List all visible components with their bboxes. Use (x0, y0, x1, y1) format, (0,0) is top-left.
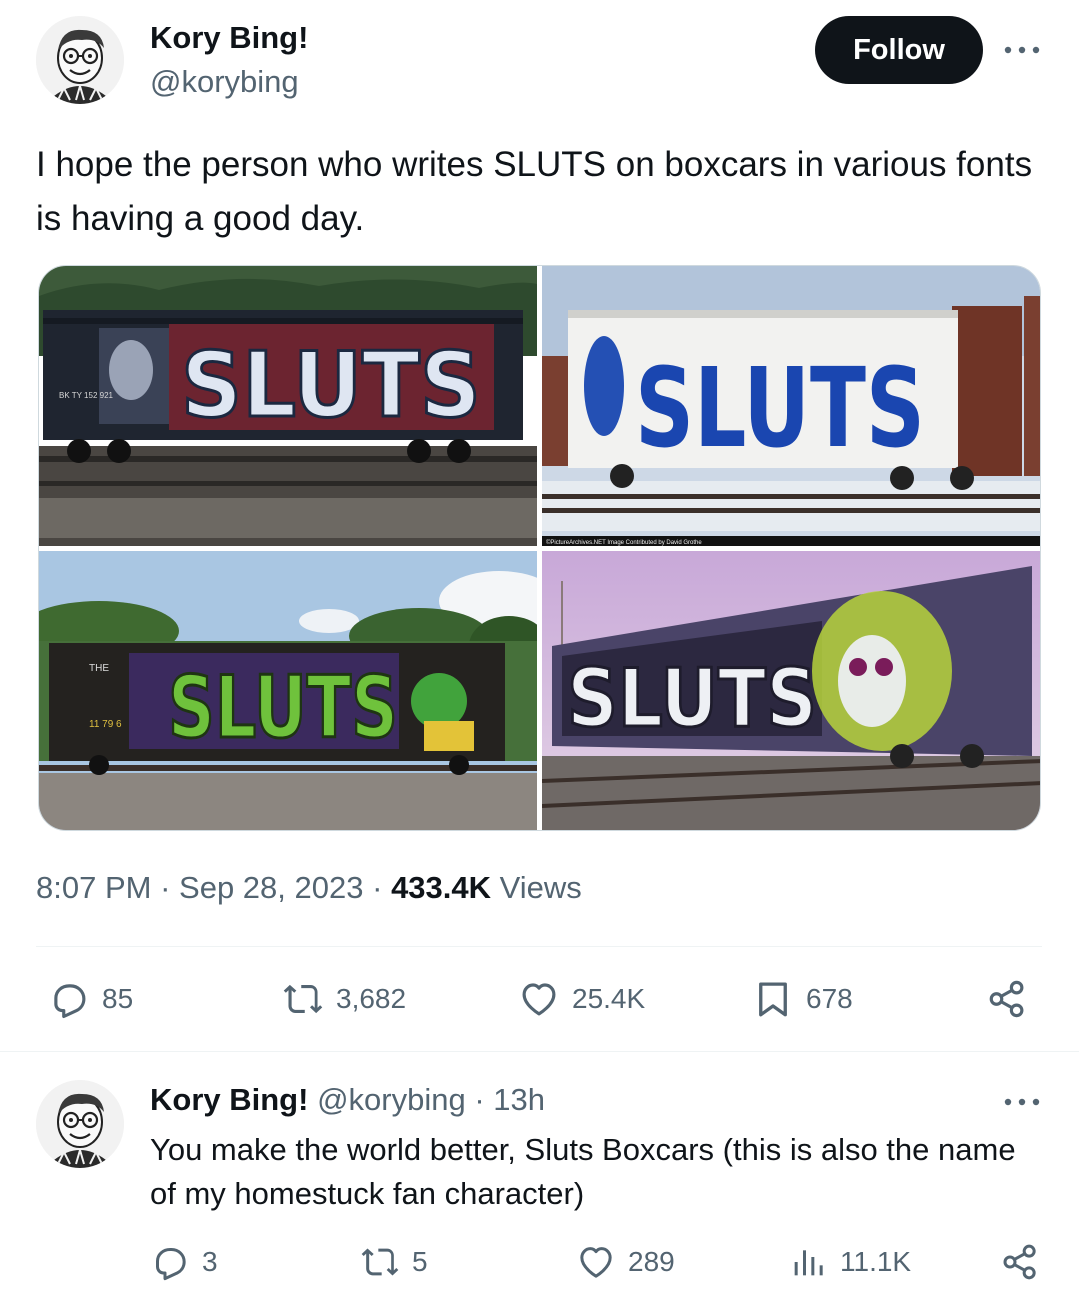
photo-2-graffiti: SLUTS (635, 344, 925, 472)
photo-3-graffiti: SLUTS (168, 658, 398, 758)
meta-separator: · (160, 870, 171, 905)
share-icon (986, 978, 1028, 1020)
avatar-image (36, 16, 124, 104)
retweet-icon (360, 1242, 400, 1282)
follow-button[interactable]: Follow (815, 16, 983, 84)
retweet-count: 3,682 (336, 983, 407, 1014)
reply-reply-count: 3 (202, 1246, 218, 1277)
reply-retweet-count: 5 (412, 1246, 428, 1277)
reply-button[interactable]: 85 (48, 978, 133, 1020)
photo-1-marking: BK TY 152 921 (59, 391, 114, 400)
reply-author-handle[interactable]: @korybing (317, 1082, 466, 1117)
reply-like-count: 289 (628, 1246, 675, 1277)
photo-2[interactable]: SLUTS ©PictureArchives.NET Image Contrib… (542, 266, 1040, 546)
reply-author-name[interactable]: Kory Bing! (150, 1082, 308, 1117)
reply-header: Kory Bing! @korybing · 13h (150, 1082, 545, 1118)
divider (0, 1051, 1079, 1052)
media-grid: BK TY 152 921 SLUTS SLUTS ©PictureArchiv… (38, 265, 1041, 831)
tweet-text: I hope the person who writes SLUTS on bo… (36, 145, 1033, 238)
reply-icon (150, 1242, 190, 1282)
avatar-image (36, 1080, 124, 1168)
share-icon (1000, 1242, 1040, 1282)
photo-3-marking: THE (89, 663, 109, 674)
author-avatar[interactable] (36, 16, 124, 104)
bookmark-button[interactable]: 678 (752, 978, 853, 1020)
reply-text: You make the world better, Sluts Boxcars… (150, 1132, 1016, 1211)
bookmark-count: 678 (806, 983, 853, 1014)
photo-4[interactable]: SLUTS (542, 551, 1040, 830)
share-button[interactable] (986, 978, 1040, 1020)
divider (36, 946, 1042, 947)
photo-1[interactable]: BK TY 152 921 SLUTS (39, 266, 537, 546)
reply-count: 85 (102, 983, 134, 1014)
reply-reply-button[interactable]: 3 (150, 1242, 218, 1282)
reply-share-button[interactable] (1000, 1242, 1052, 1282)
more-icon[interactable] (1002, 42, 1042, 58)
like-icon (518, 978, 560, 1020)
reply-like-button[interactable]: 289 (576, 1242, 675, 1282)
tweet-date[interactable]: Sep 28, 2023 (179, 870, 363, 905)
views-count: 433.4K (391, 870, 492, 905)
tweet-time[interactable]: 8:07 PM (36, 870, 151, 905)
photo-3-number: 11 79 6 (89, 719, 122, 730)
reply-time[interactable]: 13h (493, 1082, 545, 1117)
author-name[interactable]: Kory Bing! (150, 20, 308, 56)
like-icon (576, 1242, 616, 1282)
reply-views-button[interactable]: 11.1K (788, 1242, 911, 1282)
author-handle[interactable]: @korybing (150, 64, 299, 100)
reply-views-count: 11.1K (840, 1246, 912, 1277)
tweet-meta: 8:07 PM · Sep 28, 2023 · 433.4K Views (36, 870, 582, 906)
photo-4-graffiti: SLUTS (567, 652, 817, 745)
more-icon[interactable] (1002, 1094, 1042, 1110)
views-icon (788, 1242, 828, 1282)
retweet-icon (282, 978, 324, 1020)
reply-icon (48, 978, 90, 1020)
reply-author-avatar[interactable] (36, 1080, 124, 1168)
photo-2-credit: ©PictureArchives.NET Image Contributed b… (546, 539, 702, 546)
bookmark-icon (752, 978, 794, 1020)
meta-separator: · (372, 870, 383, 905)
photo-1-graffiti: SLUTS (181, 333, 481, 438)
retweet-button[interactable]: 3,682 (282, 978, 406, 1020)
like-count: 25.4K (572, 983, 646, 1014)
reply-retweet-button[interactable]: 5 (360, 1242, 428, 1282)
views-label: Views (499, 870, 582, 905)
photo-3[interactable]: THE 11 79 6 SLUTS (39, 551, 537, 830)
like-button[interactable]: 25.4K (518, 978, 645, 1020)
reply-separator: · (474, 1082, 485, 1117)
